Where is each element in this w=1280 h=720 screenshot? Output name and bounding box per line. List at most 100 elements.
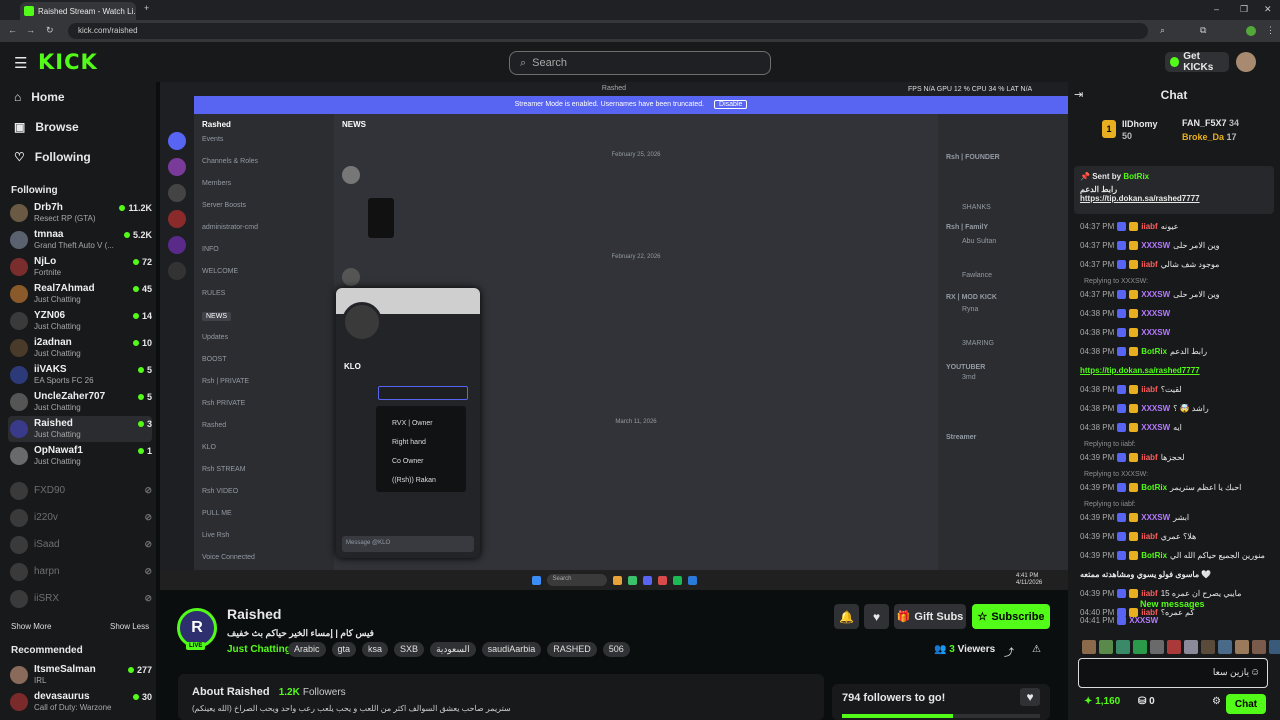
chat-user[interactable]: iiabf bbox=[1141, 260, 1157, 269]
emote-icon[interactable] bbox=[1167, 640, 1181, 654]
discord-member[interactable]: Abu Sultan bbox=[946, 238, 996, 245]
follow-heart-button[interactable]: ♥ bbox=[864, 604, 889, 629]
chat-user[interactable]: BotRix bbox=[1141, 347, 1167, 356]
sidebar-channel-offline[interactable]: iSaad ⊘ bbox=[8, 532, 152, 558]
chat-user[interactable]: iiabf bbox=[1141, 222, 1157, 231]
stream-tag[interactable]: السعودية bbox=[430, 642, 476, 657]
reply-context[interactable]: Replying to iiabf: bbox=[1084, 501, 1136, 508]
disable-button[interactable]: Disable bbox=[714, 100, 748, 109]
new-tab-button[interactable]: + bbox=[144, 3, 149, 13]
sidebar-channel-offline[interactable]: i220v ⊘ bbox=[8, 505, 152, 531]
chat-user[interactable]: iiabf bbox=[1141, 453, 1157, 462]
emote-icon[interactable] bbox=[1252, 640, 1266, 654]
share-icon[interactable]: ⤴ bbox=[1004, 644, 1014, 659]
url-field[interactable]: kick.com/raished bbox=[68, 23, 1148, 39]
discord-channel[interactable]: Rsh VIDEO bbox=[202, 488, 238, 495]
chat-user[interactable]: XXXSW bbox=[1129, 616, 1158, 625]
emote-icon[interactable] bbox=[1201, 640, 1215, 654]
chat-user[interactable]: XXXSW bbox=[1141, 404, 1170, 413]
reply-context[interactable]: Replying to XXXSW: bbox=[1084, 471, 1148, 478]
close-window-button[interactable]: ✕ bbox=[1264, 4, 1272, 15]
emote-icon[interactable] bbox=[1133, 640, 1147, 654]
extensions-icon[interactable]: ⧉ bbox=[1200, 25, 1206, 36]
hamburger-menu-icon[interactable]: ☰ bbox=[14, 54, 27, 72]
stream-tag[interactable]: RASHED bbox=[547, 642, 597, 657]
reload-icon[interactable]: ↻ bbox=[46, 25, 54, 36]
gift-subs-button[interactable]: 🎁 Gift Subs bbox=[894, 604, 966, 629]
chat-user[interactable]: XXXSW bbox=[1141, 328, 1170, 337]
role-option[interactable]: ((Rsh)) Rakan bbox=[392, 477, 436, 484]
sidebar-channel[interactable]: UncleZaher707 Just Chatting 5 bbox=[8, 389, 152, 415]
discord-member[interactable]: SHANKS bbox=[946, 204, 991, 211]
sidebar-channel-offline[interactable]: iiSRX ⊘ bbox=[8, 586, 152, 612]
show-less-button[interactable]: Show Less bbox=[110, 622, 149, 631]
role-option[interactable]: Right hand bbox=[392, 439, 426, 446]
discord-channel[interactable]: BOOST bbox=[202, 356, 227, 363]
stream-tag[interactable]: Arabic bbox=[288, 642, 326, 657]
emote-icon[interactable] bbox=[1184, 640, 1198, 654]
leader-entry[interactable]: IIDhomy bbox=[1122, 118, 1158, 130]
reply-context[interactable]: Replying to iiabf: bbox=[1084, 441, 1136, 448]
sidebar-channel[interactable]: Real7Ahmad Just Chatting 45 bbox=[8, 281, 152, 307]
chat-input[interactable]: يازين سعا bbox=[1078, 658, 1268, 688]
chat-user[interactable]: iiabf bbox=[1141, 532, 1157, 541]
emote-icon[interactable] bbox=[1150, 640, 1164, 654]
role-search-input[interactable] bbox=[378, 386, 468, 400]
minimize-button[interactable]: – bbox=[1214, 4, 1219, 14]
video-player[interactable]: Rashed FPS N/A GPU 12 % CPU 34 % LAT N/A… bbox=[160, 82, 1068, 590]
discord-channel[interactable]: PULL ME bbox=[202, 510, 232, 517]
discord-channel[interactable]: Rashed bbox=[202, 422, 226, 429]
user-avatar[interactable] bbox=[1236, 52, 1256, 72]
reply-context[interactable]: Replying to XXXSW: bbox=[1084, 278, 1148, 285]
discord-channel[interactable]: Rsh | PRIVATE bbox=[202, 378, 249, 385]
menu-icon[interactable]: ⋮ bbox=[1266, 25, 1275, 36]
new-messages-indicator[interactable]: New messages bbox=[1140, 599, 1205, 609]
stream-tag[interactable]: 506 bbox=[602, 642, 630, 657]
discord-channel[interactable]: INFO bbox=[202, 246, 219, 253]
discord-channel[interactable]: WELCOME bbox=[202, 268, 238, 275]
sidebar-channel[interactable]: iiVAKS EA Sports FC 26 5 bbox=[8, 362, 152, 388]
emoji-icon[interactable]: ☺ bbox=[1250, 667, 1260, 678]
discord-channel[interactable]: administrator-cmd bbox=[202, 224, 258, 231]
nav-browse[interactable]: ▣ Browse bbox=[14, 120, 79, 134]
emote-icon[interactable] bbox=[1218, 640, 1232, 654]
nav-following[interactable]: ♡ Following bbox=[14, 150, 91, 164]
chat-user[interactable]: XXXSW bbox=[1141, 309, 1170, 318]
nav-home[interactable]: ⌂ Home bbox=[14, 90, 65, 104]
stream-tag[interactable]: ksa bbox=[362, 642, 389, 657]
sidebar-channel[interactable]: OpNawaf1 Just Chatting 1 bbox=[8, 443, 152, 469]
subscribe-button[interactable]: ☆ Subscribe bbox=[972, 604, 1050, 629]
recommended-channel[interactable]: ItsmeSalman IRL 277 bbox=[8, 662, 152, 688]
sidebar-channel[interactable]: i2adnan Just Chatting 10 bbox=[8, 335, 152, 361]
discord-channel[interactable]: Events bbox=[202, 136, 223, 143]
forward-icon[interactable]: → bbox=[26, 25, 35, 35]
stream-tag[interactable]: SXB bbox=[394, 642, 425, 657]
leader-entry[interactable]: Broke_Da 17 bbox=[1182, 130, 1239, 144]
emote-icon[interactable] bbox=[1116, 640, 1130, 654]
kick-logo[interactable]: KICK bbox=[38, 50, 98, 74]
discord-channel[interactable]: Server Boosts bbox=[202, 202, 246, 209]
emote-icon[interactable] bbox=[1269, 640, 1280, 654]
discord-channel[interactable]: KLO bbox=[202, 444, 216, 451]
discord-channel[interactable]: Members bbox=[202, 180, 231, 187]
maximize-button[interactable]: ❐ bbox=[1240, 4, 1248, 15]
role-option[interactable]: Co Owner bbox=[392, 458, 424, 465]
notification-bell-button[interactable]: 🔔 bbox=[834, 604, 859, 629]
stream-tag[interactable]: saudiAarbia bbox=[481, 642, 542, 657]
sidebar-channel[interactable]: tmnaa Grand Theft Auto V (... 5.2K bbox=[8, 227, 152, 253]
sidebar-channel[interactable]: YZN06 Just Chatting 14 bbox=[8, 308, 152, 334]
message-input[interactable]: Message @KLO bbox=[342, 536, 474, 552]
channel-points[interactable]: ⛁ 0 bbox=[1138, 696, 1155, 707]
kicks-balance[interactable]: ✦ 1,160 bbox=[1084, 696, 1120, 707]
search-input[interactable]: ⌕ Search bbox=[509, 51, 771, 75]
pinned-user[interactable]: BotRix bbox=[1123, 172, 1149, 181]
discord-member[interactable]: 3md bbox=[946, 374, 976, 381]
discord-channel[interactable]: Rsh PRIVATE bbox=[202, 400, 245, 407]
zoom-icon[interactable]: ⌕ bbox=[1160, 25, 1165, 36]
chat-settings-icon[interactable]: ⚙ bbox=[1212, 696, 1221, 707]
role-option[interactable]: RVX | Owner bbox=[392, 420, 433, 427]
get-kicks-button[interactable]: Get KICKs bbox=[1165, 51, 1229, 73]
emote-icon[interactable] bbox=[1082, 640, 1096, 654]
discord-channel[interactable]: Voice Connected bbox=[202, 554, 255, 561]
recommended-channel[interactable]: devasaurus Call of Duty: Warzone 30 bbox=[8, 689, 152, 715]
